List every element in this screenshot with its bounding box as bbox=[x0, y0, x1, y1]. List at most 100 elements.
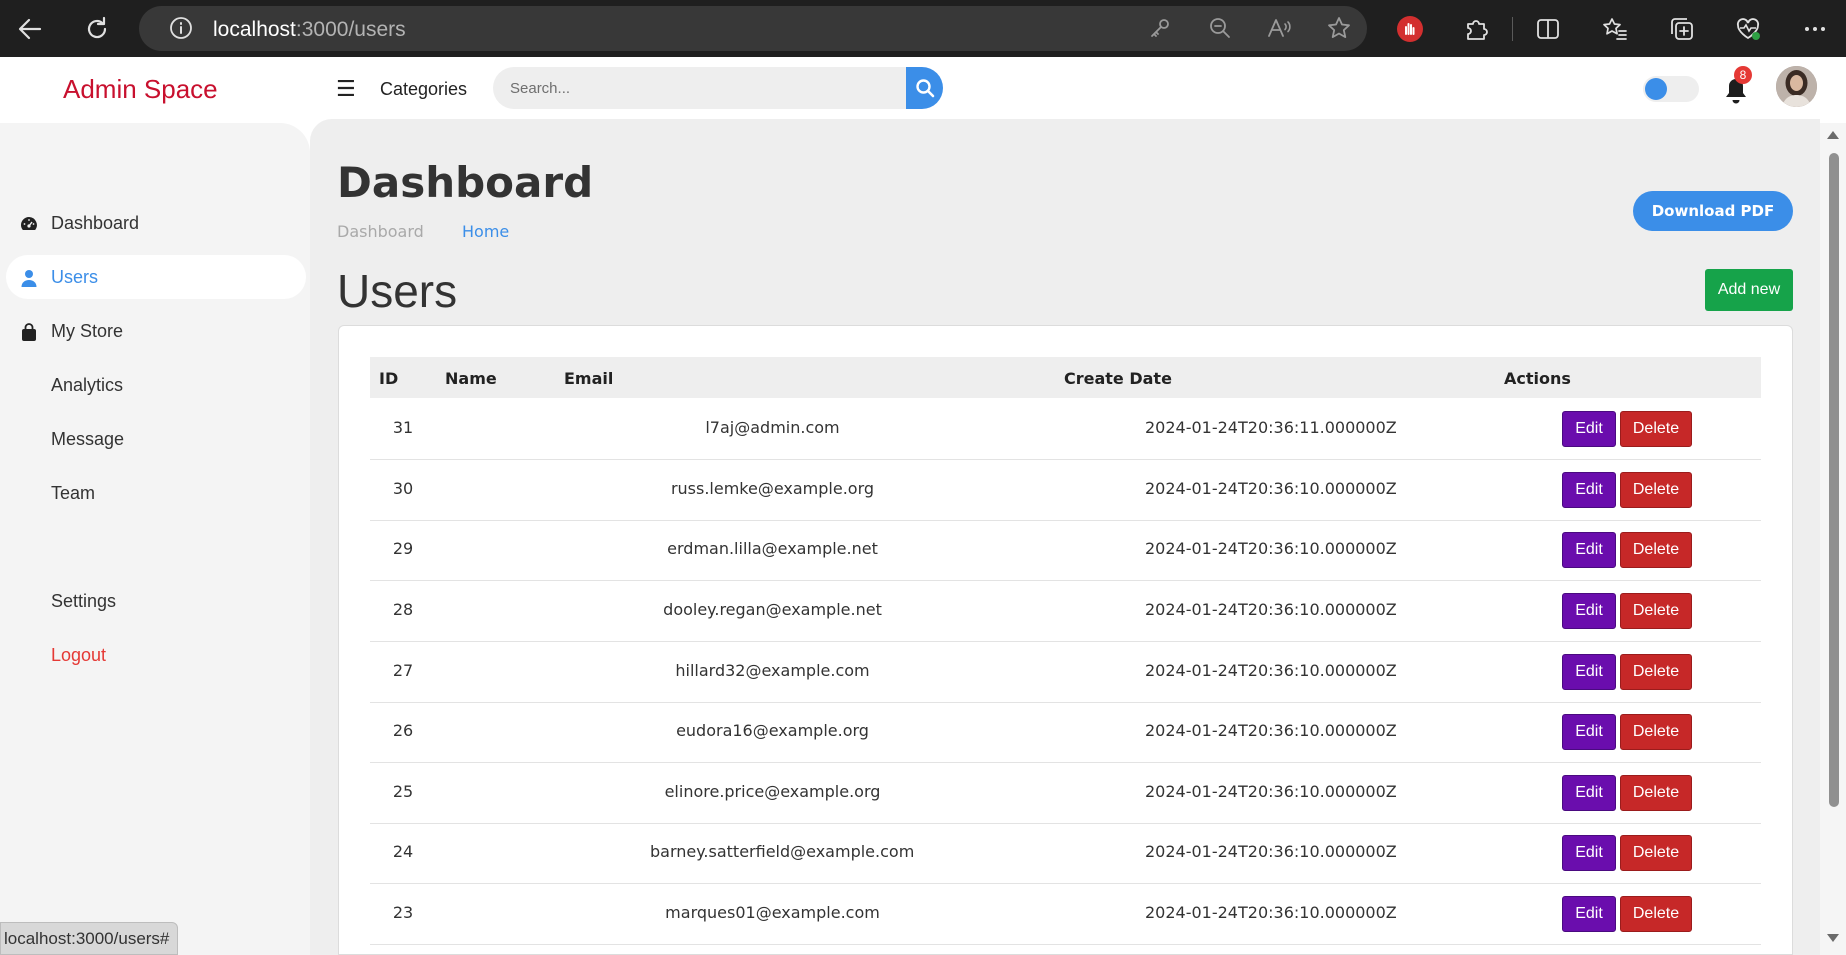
more-menu-icon[interactable] bbox=[1797, 11, 1833, 47]
column-header-email: Email bbox=[564, 369, 614, 388]
delete-button[interactable]: Delete bbox=[1620, 896, 1692, 932]
sidebar-item-label: Dashboard bbox=[51, 213, 140, 233]
sidebar-item-my-store[interactable]: My Store bbox=[6, 309, 306, 353]
menu-toggle-icon[interactable]: ☰ bbox=[336, 79, 356, 101]
user-avatar[interactable] bbox=[1776, 66, 1817, 107]
search-input[interactable] bbox=[493, 67, 906, 109]
edit-button[interactable]: Edit bbox=[1562, 411, 1616, 447]
breadcrumb-home[interactable]: Home bbox=[462, 222, 509, 241]
cell-id: 27 bbox=[392, 661, 414, 680]
cell-id: 26 bbox=[392, 721, 414, 740]
cell-create-date: 2024-01-24T20:36:11.000000Z bbox=[1145, 418, 1397, 437]
notification-count-badge: 8 bbox=[1734, 66, 1752, 84]
cell-id: 30 bbox=[392, 479, 414, 498]
cell-email: eudora16@example.org bbox=[676, 721, 869, 740]
column-header-name: Name bbox=[445, 369, 497, 388]
cell-create-date: 2024-01-24T20:36:10.000000Z bbox=[1145, 842, 1397, 861]
sidebar-item-team[interactable]: Team bbox=[6, 471, 306, 515]
back-icon[interactable] bbox=[12, 11, 48, 47]
cell-email: elinore.price@example.org bbox=[664, 782, 881, 801]
sidebar-item-dashboard[interactable]: Dashboard bbox=[6, 201, 306, 245]
column-header-actions: Actions bbox=[1504, 369, 1571, 388]
sidebar-item-label: Message bbox=[51, 429, 125, 449]
favorite-star-icon[interactable] bbox=[1321, 10, 1357, 46]
url-host: localhost bbox=[213, 18, 296, 41]
sidebar-item-analytics[interactable]: Analytics bbox=[6, 363, 306, 407]
search-icon bbox=[915, 79, 934, 98]
sidebar-item-settings[interactable]: Settings bbox=[6, 579, 306, 623]
cell-create-date: 2024-01-24T20:36:10.000000Z bbox=[1145, 661, 1397, 680]
scroll-down-arrow-icon[interactable] bbox=[1827, 934, 1839, 942]
url-text: localhost:3000/users bbox=[213, 18, 406, 42]
cell-create-date: 2024-01-24T20:36:10.000000Z bbox=[1145, 600, 1397, 619]
edit-button[interactable]: Edit bbox=[1562, 593, 1616, 629]
cell-id: 28 bbox=[392, 600, 414, 619]
edit-button[interactable]: Edit bbox=[1562, 472, 1616, 508]
cell-email: hillard32@example.com bbox=[675, 661, 870, 680]
edit-button[interactable]: Edit bbox=[1562, 532, 1616, 568]
column-header-id: ID bbox=[379, 369, 399, 388]
table-row: 25 elinore.price@example.org 2024-01-24T20… bbox=[370, 763, 1761, 824]
sidebar-item-label: Analytics bbox=[51, 375, 124, 395]
cell-email: russ.lemke@example.org bbox=[670, 479, 875, 498]
sidebar-item-label: My Store bbox=[51, 321, 124, 341]
delete-button[interactable]: Delete bbox=[1620, 472, 1692, 508]
browser-essentials-heart-icon[interactable] bbox=[1730, 11, 1766, 47]
scroll-up-arrow-icon[interactable] bbox=[1827, 131, 1839, 139]
search-button[interactable] bbox=[906, 67, 943, 109]
table-row: 26 eudora16@example.org 2024-01-24T20:36:1… bbox=[370, 702, 1761, 763]
categories-link[interactable]: Categories bbox=[380, 79, 467, 100]
delete-button[interactable]: Delete bbox=[1620, 411, 1692, 447]
edit-button[interactable]: Edit bbox=[1562, 835, 1616, 871]
table-row: 27 hillard32@example.com 2024-01-24T20:36:… bbox=[370, 642, 1761, 703]
favorites-list-icon[interactable] bbox=[1597, 11, 1633, 47]
users-heading: Users bbox=[337, 265, 458, 317]
table-row: 28 dooley.regan@example.net 2024-01-24T20:… bbox=[370, 581, 1761, 642]
key-icon[interactable] bbox=[1142, 10, 1178, 46]
cell-create-date: 2024-01-24T20:36:10.000000Z bbox=[1145, 539, 1397, 558]
delete-button[interactable]: Delete bbox=[1620, 835, 1692, 871]
user-icon bbox=[21, 270, 37, 287]
cell-id: 25 bbox=[392, 782, 414, 801]
site-info-icon[interactable] bbox=[163, 10, 199, 46]
sidebar-item-users[interactable]: Users bbox=[6, 255, 306, 299]
sidebar-item-logout[interactable]: Logout bbox=[6, 633, 306, 677]
extensions-puzzle-icon[interactable] bbox=[1458, 11, 1494, 47]
edit-button[interactable]: Edit bbox=[1562, 654, 1616, 690]
edit-button[interactable]: Edit bbox=[1562, 775, 1616, 811]
delete-button[interactable]: Delete bbox=[1620, 775, 1692, 811]
delete-button[interactable]: Delete bbox=[1620, 532, 1692, 568]
cell-create-date: 2024-01-24T20:36:10.000000Z bbox=[1145, 479, 1397, 498]
brand-logo-text[interactable]: Admin Space bbox=[63, 74, 218, 105]
table-row: 23 marques01@example.com 2024-01-24T20:36:… bbox=[370, 884, 1761, 945]
cell-email: l7aj@admin.com bbox=[705, 418, 840, 437]
read-aloud-icon[interactable] bbox=[1261, 10, 1297, 46]
gauge-icon bbox=[21, 217, 37, 230]
delete-button[interactable]: Delete bbox=[1620, 654, 1692, 690]
delete-button[interactable]: Delete bbox=[1620, 714, 1692, 750]
cell-email: barney.satterfield@example.com bbox=[650, 842, 915, 861]
cell-id: 24 bbox=[392, 842, 414, 861]
theme-toggle[interactable] bbox=[1643, 76, 1699, 102]
sidebar-item-label: Team bbox=[51, 483, 96, 503]
scrollbar-thumb[interactable] bbox=[1829, 153, 1839, 807]
add-new-button[interactable]: Add new bbox=[1705, 269, 1793, 311]
cell-create-date: 2024-01-24T20:36:10.000000Z bbox=[1145, 903, 1397, 922]
zoom-out-icon[interactable] bbox=[1202, 10, 1238, 46]
table-row: 31 l7aj@admin.com 2024-01-24T20:36:11.0000… bbox=[370, 399, 1761, 460]
stop-hand-extension-icon[interactable] bbox=[1392, 11, 1428, 47]
address-bar[interactable]: localhost:3000/users bbox=[139, 6, 1367, 51]
sidebar bbox=[0, 123, 310, 955]
delete-button[interactable]: Delete bbox=[1620, 593, 1692, 629]
split-screen-icon[interactable] bbox=[1530, 11, 1566, 47]
refresh-icon[interactable] bbox=[79, 11, 115, 47]
url-path: :3000/users bbox=[295, 18, 406, 41]
bag-icon bbox=[22, 323, 36, 341]
edit-button[interactable]: Edit bbox=[1562, 714, 1616, 750]
download-pdf-button[interactable]: Download PDF bbox=[1633, 191, 1793, 231]
edit-button[interactable]: Edit bbox=[1562, 896, 1616, 932]
sidebar-item-message[interactable]: Message bbox=[6, 417, 306, 461]
table-header: ID Name Email Create Date Actions bbox=[370, 357, 1761, 398]
collections-icon[interactable] bbox=[1664, 11, 1700, 47]
breadcrumb-dashboard[interactable]: Dashboard bbox=[337, 222, 424, 241]
